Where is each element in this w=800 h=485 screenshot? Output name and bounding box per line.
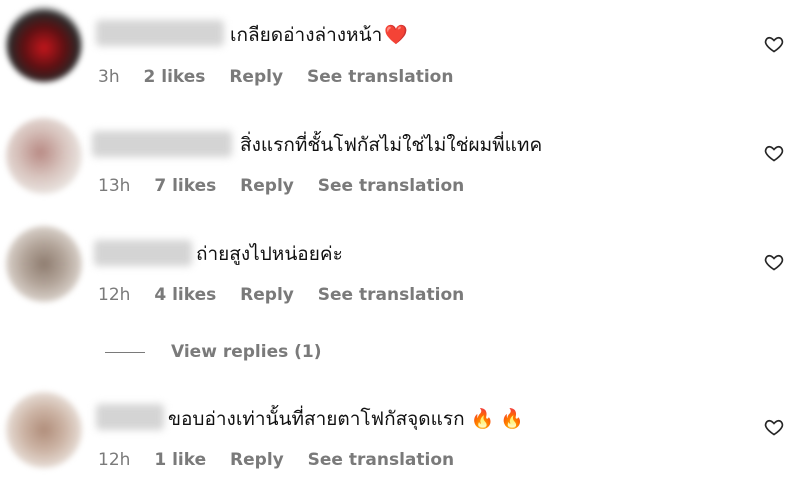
heart-outline-icon [764,254,784,271]
like-button[interactable] [764,143,784,163]
heart-outline-icon [764,36,784,53]
see-translation-button[interactable]: See translation [308,450,454,470]
likes-count[interactable]: 1 like [154,450,206,470]
username-blurred[interactable] [96,404,164,430]
divider-line [105,351,145,353]
comment-text: ถ่ายสูงไปหน่อยค่ะ [196,243,343,265]
timestamp: 3h [98,67,120,87]
timestamp: 13h [98,176,131,196]
reply-button[interactable]: Reply [230,450,284,470]
view-replies-button[interactable]: View replies (1) [105,342,322,362]
heart-outline-icon [764,419,784,436]
reply-button[interactable]: Reply [240,176,294,196]
heart-outline-icon [764,145,784,162]
avatar[interactable] [6,6,82,82]
avatar[interactable] [6,118,82,194]
timestamp: 12h [98,285,131,305]
reply-button[interactable]: Reply [229,67,283,87]
likes-count[interactable]: 4 likes [154,285,216,305]
comment-text: สิ่งแรกที่ชั้นโฟกัสไม่ใช่ไม่ใช่ผมพี่แทค [240,134,543,156]
comment-meta: 3h 2 likes Reply See translation [98,67,471,87]
avatar[interactable] [6,226,82,302]
comment-meta: 12h 4 likes Reply See translation [98,285,482,305]
likes-count[interactable]: 2 likes [144,67,206,87]
see-translation-button[interactable]: See translation [307,67,453,87]
see-translation-button[interactable]: See translation [318,176,464,196]
see-translation-button[interactable]: See translation [318,285,464,305]
red-heart-emoji: ❤️ [384,24,408,46]
fire-emoji: 🔥 🔥 [470,408,524,430]
timestamp: 12h [98,450,131,470]
comment-meta: 13h 7 likes Reply See translation [98,176,482,196]
like-button[interactable] [764,34,784,54]
reply-button[interactable]: Reply [240,285,294,305]
like-button[interactable] [764,417,784,437]
comment-text: เกลียดอ่างล่างหน้า ❤️ [230,24,408,46]
likes-count[interactable]: 7 likes [154,176,216,196]
username-blurred[interactable] [96,20,224,46]
username-blurred[interactable] [92,131,232,157]
view-replies-label: View replies (1) [171,342,322,362]
avatar[interactable] [6,392,82,468]
username-blurred[interactable] [94,240,192,266]
like-button[interactable] [764,252,784,272]
comment-text: ขอบอ่างเท่านั้นที่สายตาโฟกัสจุดแรก 🔥 🔥 [168,408,524,430]
comment-meta: 12h 1 like Reply See translation [98,450,472,470]
